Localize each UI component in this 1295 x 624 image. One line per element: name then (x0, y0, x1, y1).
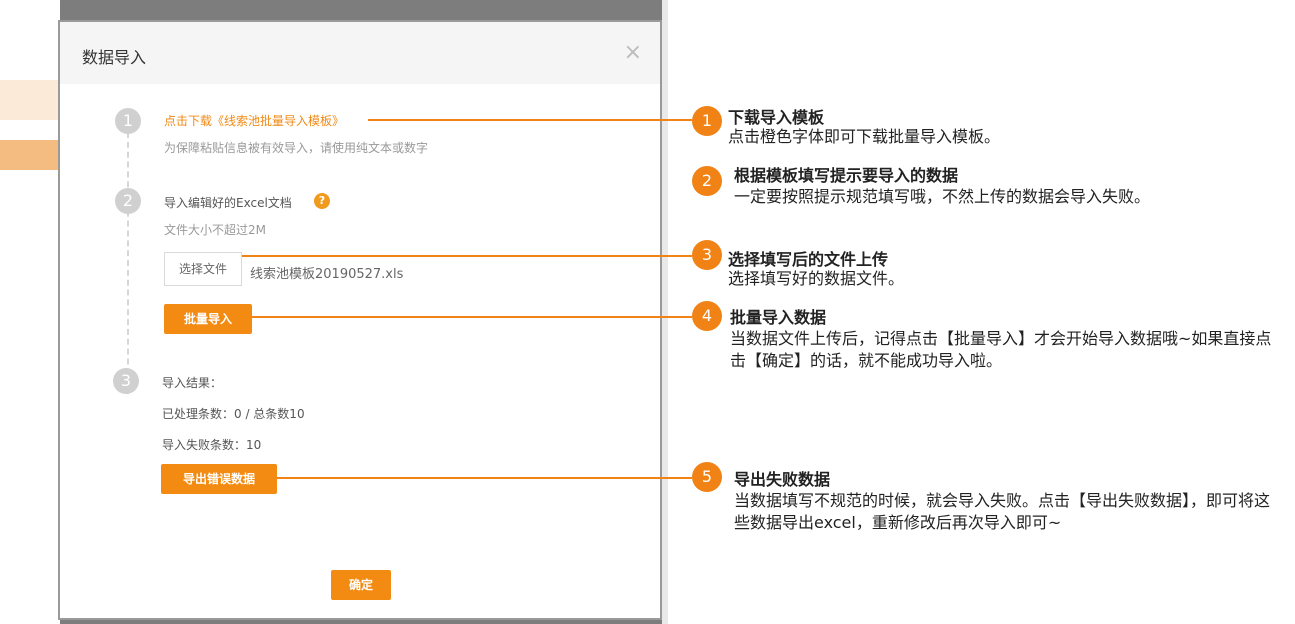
step-timeline (127, 132, 129, 394)
callout-3-desc: 选择填写好的数据文件。 (728, 269, 905, 288)
close-icon[interactable]: × (624, 42, 642, 64)
modal-header: 数据导入 × (60, 22, 660, 84)
backdrop-fragment (0, 140, 60, 170)
selected-file-name: 线索池模板20190527.xls (250, 267, 404, 282)
failed-count: 导入失败条数：10 (162, 438, 262, 452)
callout-1-title: 下载导入模板 (728, 108, 825, 127)
backdrop-fragment (0, 80, 60, 120)
step-1-number: 1 (115, 108, 141, 134)
callout-5-number: 5 (692, 462, 722, 492)
processed-count: 已处理条数：0 / 总条数10 (162, 407, 305, 421)
file-size-hint: 文件大小不超过2M (164, 223, 266, 237)
step-2-number: 2 (115, 188, 141, 214)
download-template-link[interactable]: 点击下载《线索池批量导入模板》 (164, 112, 344, 129)
callout-4-desc: 当数据文件上传后，记得点击【批量导入】才会开始导入数据哦~如果直接点击【确定】的… (730, 329, 1272, 370)
callout-1-number: 1 (692, 106, 722, 136)
callout-1-desc: 点击橙色字体即可下载批量导入模板。 (728, 127, 1001, 146)
callout-3-connector (242, 255, 692, 257)
callout-5-connector (277, 477, 692, 479)
help-icon[interactable]: ? (314, 193, 330, 209)
callout-5-title: 导出失败数据 (734, 470, 831, 489)
backdrop-fragment (662, 0, 668, 624)
callout-2-desc: 一定要按照提示规范填写哦，不然上传的数据会导入失败。 (734, 187, 1151, 206)
callout-4-title: 批量导入数据 (730, 308, 827, 327)
step-3-label: 导入结果： (162, 376, 223, 390)
choose-file-button[interactable]: 选择文件 (164, 252, 242, 286)
step-2-label: 导入编辑好的Excel文档 (164, 196, 292, 210)
confirm-button[interactable]: 确定 (331, 570, 391, 600)
data-import-modal: 数据导入 × 1 点击下载《线索池批量导入模板》 为保障粘贴信息被有效导入，请使… (58, 20, 662, 620)
step-1-hint: 为保障粘贴信息被有效导入，请使用纯文本或数字 (164, 141, 429, 155)
batch-import-button[interactable]: 批量导入 (164, 304, 252, 334)
callout-2-title: 根据模板填写提示要导入的数据 (734, 166, 959, 185)
callout-3-title: 选择填写后的文件上传 (728, 250, 889, 269)
callout-4-connector (252, 316, 692, 318)
callout-5-desc: 当数据填写不规范的时候，就会导入失败。点击【导出失败数据】，即可将这些数据导出e… (734, 491, 1271, 532)
callout-1-connector (368, 119, 692, 121)
callout-4-number: 4 (692, 301, 722, 331)
step-3-number: 3 (113, 368, 139, 394)
callout-3-number: 3 (692, 240, 722, 270)
callout-2-number: 2 (692, 166, 722, 196)
modal-title: 数据导入 (82, 48, 147, 67)
export-errors-button[interactable]: 导出错误数据 (161, 464, 277, 494)
